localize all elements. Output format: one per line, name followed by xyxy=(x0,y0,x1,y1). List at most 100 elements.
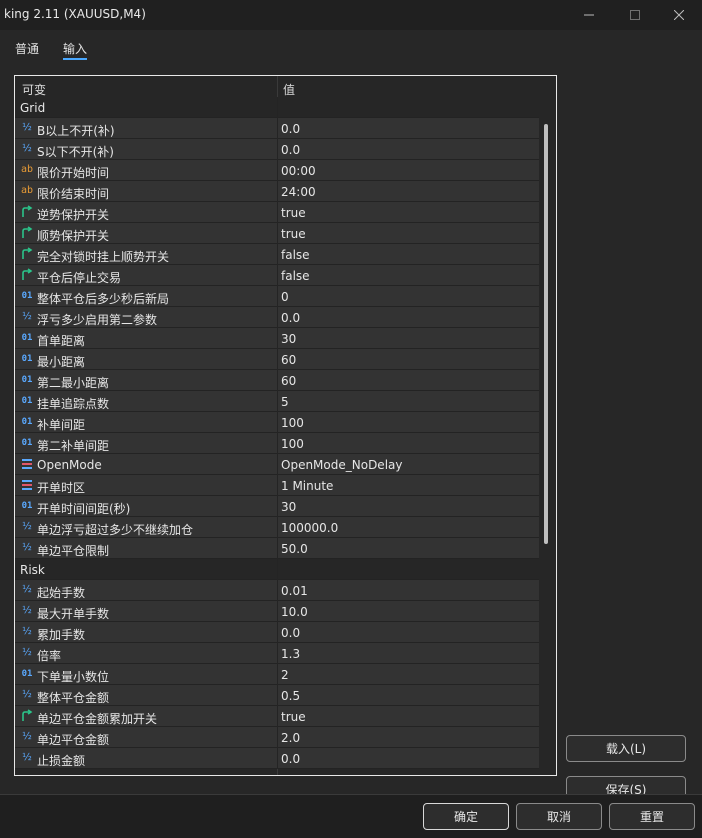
param-value[interactable]: false xyxy=(281,248,310,262)
param-row[interactable]: 01 开单时间间距(秒) 30 xyxy=(15,496,539,517)
minimize-button[interactable] xyxy=(566,0,612,30)
param-value[interactable]: 0.0 xyxy=(281,122,300,136)
cell-divider xyxy=(277,664,278,685)
param-name: 逆势保护开关 xyxy=(37,208,110,222)
param-row[interactable]: ½ 单边平仓限制 50.0 xyxy=(15,538,539,559)
param-name: 整体平仓金额 xyxy=(37,691,110,705)
inputs-grid[interactable]: 可变 值 Grid ½ B以上不开(补) 0.0 ½ S以下不开(补) 0.0 ab 限价开始时… xyxy=(14,75,557,776)
param-row[interactable]: 01 第二补单间距 100 xyxy=(15,433,539,454)
column-header-variable[interactable]: 可变 xyxy=(22,81,46,98)
param-row[interactable]: ½ B以上不开(补) 0.0 xyxy=(15,118,539,139)
param-row[interactable]: 平仓后停止交易 false xyxy=(15,265,539,286)
param-row[interactable]: ½ 止损金额 0.0 xyxy=(15,748,539,769)
param-value[interactable]: 5 xyxy=(281,395,289,409)
param-row[interactable]: 01 下单量小数位 2 xyxy=(15,664,539,685)
param-row[interactable]: ab 限价开始时间 00:00 xyxy=(15,160,539,181)
param-value[interactable]: 0 xyxy=(281,290,289,304)
tab-bar: 普通 输入 xyxy=(0,30,702,60)
cancel-button[interactable]: 取消 xyxy=(516,803,602,830)
param-row[interactable]: 01 整体平仓后多少秒后新局 0 xyxy=(15,286,539,307)
param-value[interactable]: 100 xyxy=(281,416,304,430)
param-row[interactable]: ½ 起始手数 0.01 xyxy=(15,580,539,601)
param-value[interactable]: 0.01 xyxy=(281,584,308,598)
reset-button[interactable]: 重置 xyxy=(609,803,695,830)
param-row[interactable]: 逆势保护开关 true xyxy=(15,202,539,223)
param-value[interactable]: 24:00 xyxy=(281,185,316,199)
maximize-icon xyxy=(630,10,640,20)
param-value[interactable]: true xyxy=(281,227,306,241)
param-name: 起始手数 xyxy=(37,586,86,600)
param-row[interactable]: 01 首单距离 30 xyxy=(15,328,539,349)
param-value[interactable]: 0.0 xyxy=(281,143,300,157)
param-value[interactable]: 0.0 xyxy=(281,626,300,640)
param-value[interactable]: 0.0 xyxy=(281,752,300,766)
half-icon: ½ xyxy=(22,689,32,700)
load-button[interactable]: 载入(L) xyxy=(566,735,686,762)
param-row[interactable]: ab 限价结束时间 24:00 xyxy=(15,181,539,202)
param-value[interactable]: 100 xyxy=(281,437,304,451)
param-row[interactable]: ½ S以下不开(补) 0.0 xyxy=(15,139,539,160)
param-value[interactable]: 60 xyxy=(281,374,296,388)
param-row[interactable]: 开单时区 1 Minute xyxy=(15,475,539,496)
param-name: 开单时区 xyxy=(37,481,86,495)
param-name: 最小距离 xyxy=(37,355,86,369)
cell-divider xyxy=(277,286,278,307)
maximize-button[interactable] xyxy=(612,0,658,30)
param-row[interactable]: 01 挂单追踪点数 5 xyxy=(15,391,539,412)
param-value[interactable]: true xyxy=(281,710,306,724)
param-row[interactable]: 顺势保护开关 true xyxy=(15,223,539,244)
param-value[interactable]: 30 xyxy=(281,500,296,514)
vertical-scrollbar[interactable] xyxy=(544,124,548,544)
cell-divider xyxy=(277,475,278,496)
param-value[interactable]: 0.5 xyxy=(281,689,300,703)
param-value[interactable]: 1 Minute xyxy=(281,479,333,493)
param-name: 整体平仓后多少秒后新局 xyxy=(37,292,170,306)
param-name: 单边平仓金额累加开关 xyxy=(37,712,158,726)
cell-divider xyxy=(277,349,278,370)
param-value[interactable]: 50.0 xyxy=(281,542,308,556)
param-row[interactable]: 01 最小距离 60 xyxy=(15,349,539,370)
param-name: 下单量小数位 xyxy=(37,670,110,684)
cell-divider xyxy=(277,706,278,727)
param-value[interactable]: 60 xyxy=(281,353,296,367)
enum-icon xyxy=(20,478,34,492)
param-value[interactable]: 2 xyxy=(281,668,289,682)
half-icon: ½ xyxy=(22,752,32,763)
param-value[interactable]: OpenMode_NoDelay xyxy=(281,458,402,472)
param-row[interactable]: ½ 最大开单手数 10.0 xyxy=(15,601,539,622)
param-value[interactable]: 2.0 xyxy=(281,731,300,745)
param-row[interactable]: 完全对锁时挂上顺势开关 false xyxy=(15,244,539,265)
ab-icon: ab xyxy=(20,164,34,175)
ok-button[interactable]: 确定 xyxy=(423,803,509,830)
param-name: OpenMode xyxy=(37,458,102,472)
param-row[interactable]: ½ 累加手数 0.0 xyxy=(15,622,539,643)
close-button[interactable] xyxy=(656,0,702,30)
tab-inputs[interactable]: 输入 xyxy=(63,40,87,57)
param-row[interactable]: OpenMode OpenMode_NoDelay xyxy=(15,454,539,475)
param-value[interactable]: false xyxy=(281,269,310,283)
param-value[interactable]: 100000.0 xyxy=(281,521,338,535)
param-row[interactable]: 01 第二最小距离 60 xyxy=(15,370,539,391)
int-icon: 01 xyxy=(21,417,33,427)
param-row[interactable]: ½ 单边平仓金额 2.0 xyxy=(15,727,539,748)
half-icon: ½ xyxy=(22,731,32,742)
tab-common[interactable]: 普通 xyxy=(15,40,39,57)
param-row[interactable]: ½ 浮亏多少启用第二参数 0.0 xyxy=(15,307,539,328)
cell-divider xyxy=(277,580,278,601)
column-header-value[interactable]: 值 xyxy=(283,81,295,98)
param-row[interactable]: ½ 整体平仓金额 0.5 xyxy=(15,685,539,706)
param-row[interactable]: 01 补单间距 100 xyxy=(15,412,539,433)
param-row[interactable]: ½ 单边浮亏超过多少不继续加仓 100000.0 xyxy=(15,517,539,538)
param-row[interactable]: ½ 倍率 1.3 xyxy=(15,643,539,664)
param-value[interactable]: true xyxy=(281,206,306,220)
group-row[interactable]: Grid xyxy=(15,97,539,118)
param-row[interactable]: 单边平仓金额累加开关 true xyxy=(15,706,539,727)
param-name: 单边浮亏超过多少不继续加仓 xyxy=(37,523,194,537)
param-value[interactable]: 10.0 xyxy=(281,605,308,619)
param-value[interactable]: 1.3 xyxy=(281,647,300,661)
param-value[interactable]: 00:00 xyxy=(281,164,316,178)
param-value[interactable]: 30 xyxy=(281,332,296,346)
group-row[interactable]: Risk xyxy=(15,559,539,580)
param-value[interactable]: 0.0 xyxy=(281,311,300,325)
cell-divider xyxy=(277,517,278,538)
